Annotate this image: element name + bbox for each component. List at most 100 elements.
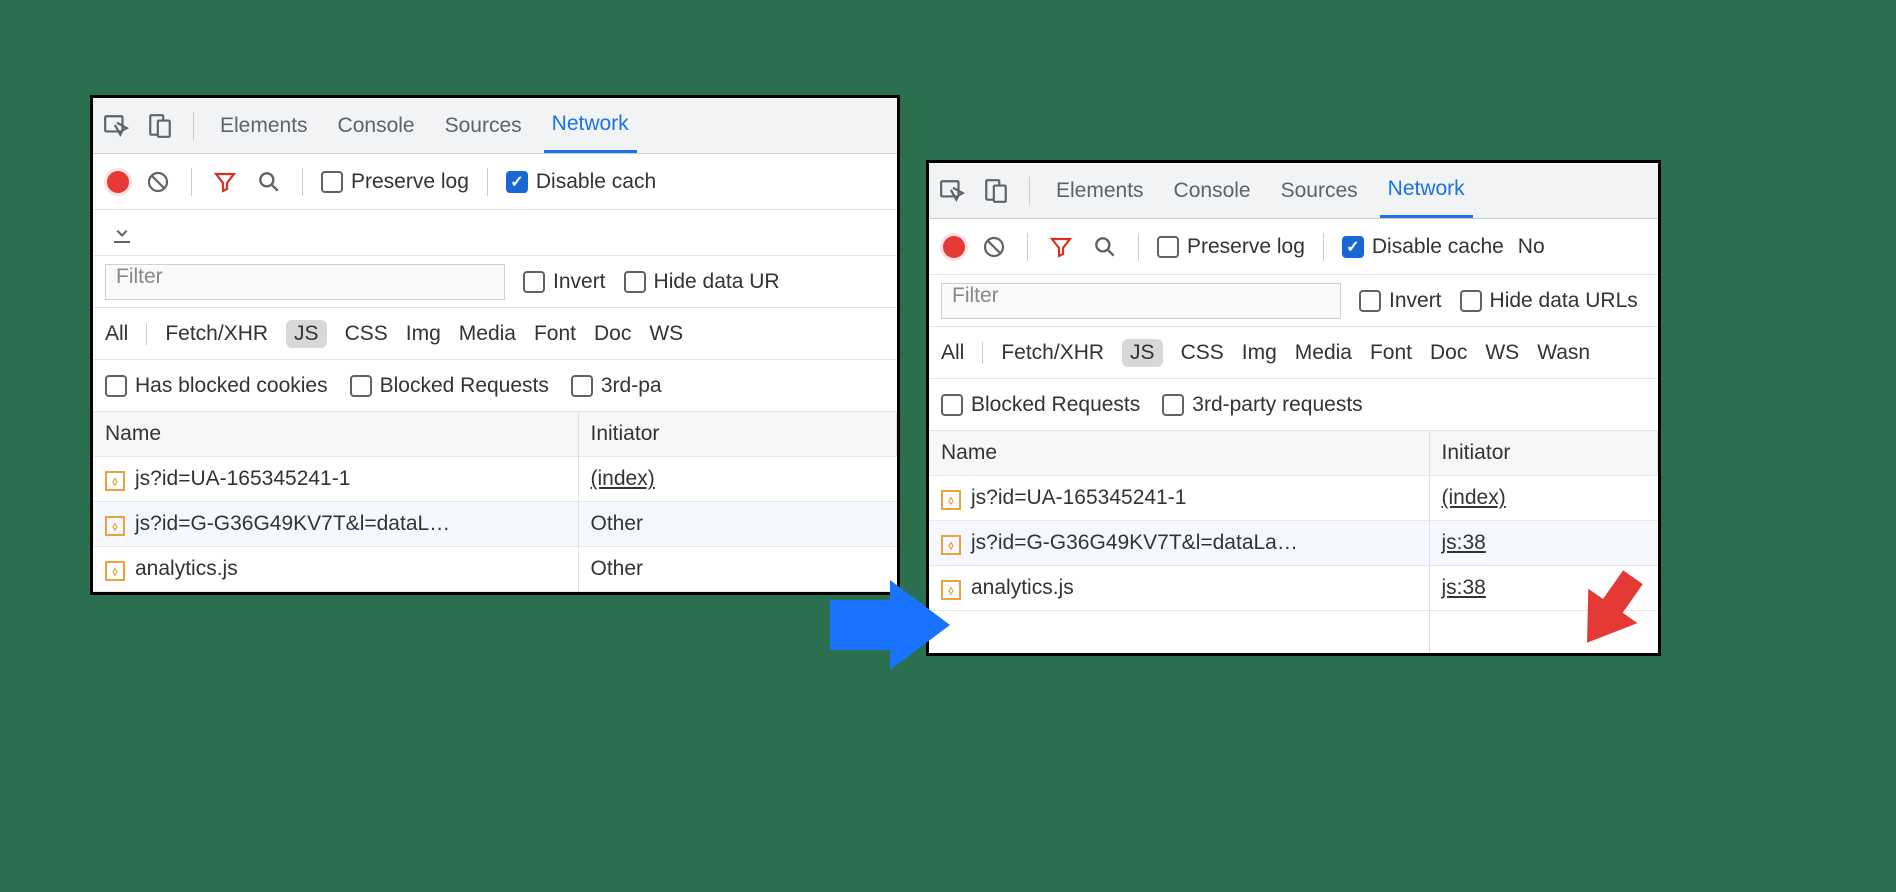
tab-elements[interactable]: Elements [1048, 163, 1152, 218]
table-row[interactable]: ⬨analytics.js Other [93, 547, 897, 592]
request-table: Name Initiator ⬨js?id=UA-165345241-1 (in… [929, 431, 1658, 653]
filter-input[interactable]: Filter [941, 283, 1341, 319]
blocked-cookies-label: Has blocked cookies [135, 374, 328, 398]
table-row[interactable]: ⬨js?id=UA-165345241-1 (index) [929, 476, 1658, 521]
blocked-requests-checkbox[interactable]: Blocked Requests [350, 374, 549, 398]
tab-elements[interactable]: Elements [212, 98, 316, 153]
blocked-requests-label: Blocked Requests [380, 374, 549, 398]
cell-name: js?id=G-G36G49KV7T&l=dataL… [135, 512, 450, 535]
type-xhr[interactable]: Fetch/XHR [1001, 341, 1104, 365]
cell-name: analytics.js [135, 557, 238, 580]
type-css[interactable]: CSS [345, 322, 388, 346]
type-filter-bar: All Fetch/XHR JS CSS Img Media Font Doc … [93, 308, 897, 360]
inspect-icon[interactable] [937, 176, 967, 206]
invert-label: Invert [1389, 289, 1442, 313]
inspect-icon[interactable] [101, 111, 131, 141]
table-row[interactable]: ⬨analytics.js js:38 [929, 566, 1658, 611]
type-all[interactable]: All [105, 322, 128, 346]
options-bar: Blocked Requests 3rd-party requests [929, 379, 1658, 431]
type-doc[interactable]: Doc [594, 322, 631, 346]
checkbox-icon [1162, 394, 1184, 416]
cell-initiator: Other [591, 512, 644, 535]
blocked-cookies-checkbox[interactable]: Has blocked cookies [105, 374, 328, 398]
type-media[interactable]: Media [1295, 341, 1352, 365]
search-icon[interactable] [1090, 232, 1120, 262]
tab-console[interactable]: Console [330, 98, 423, 153]
type-css[interactable]: CSS [1181, 341, 1224, 365]
cell-initiator[interactable]: js:38 [1442, 576, 1486, 599]
table-row[interactable]: ⬨js?id=G-G36G49KV7T&l=dataLa… js:38 [929, 521, 1658, 566]
type-media[interactable]: Media [459, 322, 516, 346]
preserve-log-checkbox[interactable]: Preserve log [1157, 235, 1305, 259]
type-img[interactable]: Img [1242, 341, 1277, 365]
header-initiator[interactable]: Initiator [1429, 431, 1658, 476]
third-party-checkbox[interactable]: 3rd-party requests [1162, 393, 1362, 417]
cell-initiator: Other [591, 557, 644, 580]
clear-icon[interactable] [143, 167, 173, 197]
table-row[interactable]: ⬨js?id=G-G36G49KV7T&l=dataL… Other [93, 502, 897, 547]
type-all[interactable]: All [941, 341, 964, 365]
type-wasm[interactable]: Wasn [1537, 341, 1590, 365]
js-file-icon: ⬨ [105, 471, 125, 491]
tab-sources[interactable]: Sources [437, 98, 530, 153]
divider [193, 112, 194, 140]
invert-label: Invert [553, 270, 606, 294]
filter-bar: Filter Invert Hide data URLs [929, 275, 1658, 327]
type-ws[interactable]: WS [1485, 341, 1519, 365]
type-js[interactable]: JS [1122, 339, 1163, 367]
divider [1027, 233, 1028, 261]
disable-cache-checkbox[interactable]: Disable cache [1342, 235, 1504, 259]
cell-initiator[interactable]: (index) [1442, 486, 1506, 509]
header-initiator[interactable]: Initiator [578, 412, 897, 457]
filter-icon[interactable] [210, 167, 240, 197]
device-toggle-icon[interactable] [145, 111, 175, 141]
device-toggle-icon[interactable] [981, 176, 1011, 206]
clear-icon[interactable] [979, 232, 1009, 262]
type-xhr[interactable]: Fetch/XHR [165, 322, 268, 346]
checkbox-icon [941, 394, 963, 416]
preserve-log-label: Preserve log [1187, 235, 1305, 259]
network-toolbar: Preserve log Disable cache No [929, 219, 1658, 275]
options-bar: Has blocked cookies Blocked Requests 3rd… [93, 360, 897, 412]
record-button[interactable] [107, 171, 129, 193]
filter-bar: Filter Invert Hide data UR [93, 256, 897, 308]
search-icon[interactable] [254, 167, 284, 197]
third-party-checkbox[interactable]: 3rd-pa [571, 374, 662, 398]
hide-data-urls-label: Hide data URLs [1490, 289, 1638, 313]
cell-initiator[interactable]: (index) [591, 467, 655, 490]
type-doc[interactable]: Doc [1430, 341, 1467, 365]
type-font[interactable]: Font [1370, 341, 1412, 365]
tab-console[interactable]: Console [1166, 163, 1259, 218]
header-name[interactable]: Name [929, 431, 1429, 476]
disable-cache-checkbox[interactable]: Disable cach [506, 170, 656, 194]
table-row[interactable]: ⬨js?id=UA-165345241-1 (index) [93, 457, 897, 502]
invert-checkbox[interactable]: Invert [1359, 289, 1442, 313]
preserve-log-checkbox[interactable]: Preserve log [321, 170, 469, 194]
blue-arrow-annotation [830, 580, 950, 670]
devtools-panel-before: Elements Console Sources Network Preserv… [90, 95, 900, 595]
checkbox-icon [571, 375, 593, 397]
type-img[interactable]: Img [406, 322, 441, 346]
blocked-requests-checkbox[interactable]: Blocked Requests [941, 393, 1140, 417]
filter-input[interactable]: Filter [105, 264, 505, 300]
hide-data-urls-checkbox[interactable]: Hide data URLs [1460, 289, 1638, 313]
filter-icon[interactable] [1046, 232, 1076, 262]
type-font[interactable]: Font [534, 322, 576, 346]
tab-sources[interactable]: Sources [1273, 163, 1366, 218]
invert-checkbox[interactable]: Invert [523, 270, 606, 294]
checkbox-icon [624, 271, 646, 293]
js-file-icon: ⬨ [941, 535, 961, 555]
red-arrow-annotation [1560, 560, 1660, 660]
hide-data-urls-checkbox[interactable]: Hide data UR [624, 270, 780, 294]
checkbox-icon [523, 271, 545, 293]
tab-network[interactable]: Network [1380, 163, 1473, 218]
download-icon[interactable] [107, 218, 137, 248]
header-name[interactable]: Name [93, 412, 578, 457]
cell-initiator[interactable]: js:38 [1442, 531, 1486, 554]
tab-network[interactable]: Network [544, 98, 637, 153]
type-ws[interactable]: WS [649, 322, 683, 346]
type-js[interactable]: JS [286, 320, 327, 348]
divider [1029, 177, 1030, 205]
divider [191, 168, 192, 196]
record-button[interactable] [943, 236, 965, 258]
